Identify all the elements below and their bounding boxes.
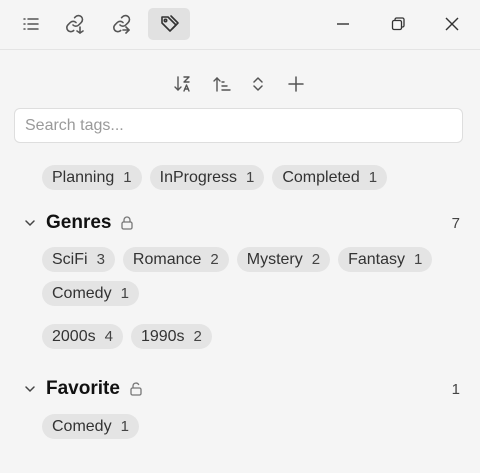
genres-tag-row-2: Comedy 1	[42, 281, 139, 306]
tag-chip[interactable]: Romance 2	[122, 247, 229, 272]
section-count: 7	[451, 214, 460, 232]
tag-label: SciFi	[52, 250, 88, 268]
sort-ascending-icon[interactable]	[208, 70, 236, 98]
minimize-icon[interactable]	[325, 8, 361, 40]
chevron-down-icon[interactable]	[20, 213, 40, 233]
tag-chip[interactable]: Planning 1	[42, 165, 142, 190]
tag-chip[interactable]: Mystery 2	[236, 247, 331, 272]
sort-toolbar	[0, 70, 480, 98]
tag-chip[interactable]: Fantasy 1	[338, 247, 433, 272]
tag-label: 2000s	[52, 327, 96, 345]
tag-icon[interactable]	[148, 8, 190, 40]
outgoing-link-icon[interactable]	[101, 8, 143, 40]
decade-tag-row: 2000s 4 1990s 2	[42, 324, 212, 349]
tag-label: InProgress	[159, 168, 237, 186]
tag-chip[interactable]: SciFi 3	[42, 247, 115, 272]
tag-label: Fantasy	[348, 250, 405, 268]
tag-chip[interactable]: Comedy 1	[42, 281, 139, 306]
tag-count: 2	[193, 328, 202, 345]
tag-chip[interactable]: 1990s 2	[130, 324, 212, 349]
tag-count: 1	[368, 169, 378, 186]
tag-label: 1990s	[140, 327, 185, 345]
tag-count: 4	[104, 328, 113, 345]
tag-label: Completed	[282, 168, 360, 186]
tag-count: 1	[246, 169, 255, 186]
genres-section-header[interactable]: Genres 7	[20, 209, 460, 237]
tag-count: 3	[96, 251, 105, 268]
tag-count: 2	[210, 251, 219, 268]
close-icon[interactable]	[434, 8, 470, 40]
top-toolbar	[0, 0, 480, 50]
unlock-icon[interactable]	[128, 380, 146, 398]
tag-chip[interactable]: Comedy 1	[42, 414, 139, 439]
status-tag-row: Planning 1 InProgress 1 Completed 1	[42, 165, 388, 190]
tag-chip[interactable]: InProgress 1	[149, 165, 265, 190]
tag-chip[interactable]: 2000s 4	[42, 324, 123, 349]
tag-count: 1	[120, 285, 129, 302]
tag-count: 1	[123, 169, 132, 186]
restore-icon[interactable]	[380, 8, 416, 40]
list-icon[interactable]	[10, 8, 52, 40]
tag-label: Comedy	[52, 284, 112, 302]
tag-count: 1	[414, 251, 423, 268]
tag-chip[interactable]: Completed 1	[272, 165, 388, 190]
tag-count: 2	[311, 251, 321, 268]
tag-label: Romance	[132, 250, 202, 268]
tag-label: Mystery	[246, 250, 303, 268]
backlink-icon[interactable]	[54, 8, 96, 40]
section-title: Favorite	[46, 378, 120, 399]
tag-count: 1	[120, 418, 129, 435]
chevron-down-icon[interactable]	[20, 379, 40, 399]
tag-label: Planning	[52, 168, 115, 186]
sort-az-icon[interactable]	[169, 70, 197, 98]
search-input[interactable]	[14, 108, 463, 143]
section-title: Genres	[46, 212, 112, 233]
section-count: 1	[451, 380, 460, 398]
lock-icon[interactable]	[119, 214, 137, 232]
favorite-tag-row: Comedy 1	[42, 414, 139, 439]
genres-tag-row: SciFi 3 Romance 2 Mystery 2 Fantasy 1	[42, 247, 433, 272]
expand-collapse-icon[interactable]	[244, 70, 272, 98]
favorite-section-header[interactable]: Favorite 1	[20, 375, 460, 403]
tag-label: Comedy	[52, 417, 112, 435]
plus-icon[interactable]	[282, 70, 310, 98]
